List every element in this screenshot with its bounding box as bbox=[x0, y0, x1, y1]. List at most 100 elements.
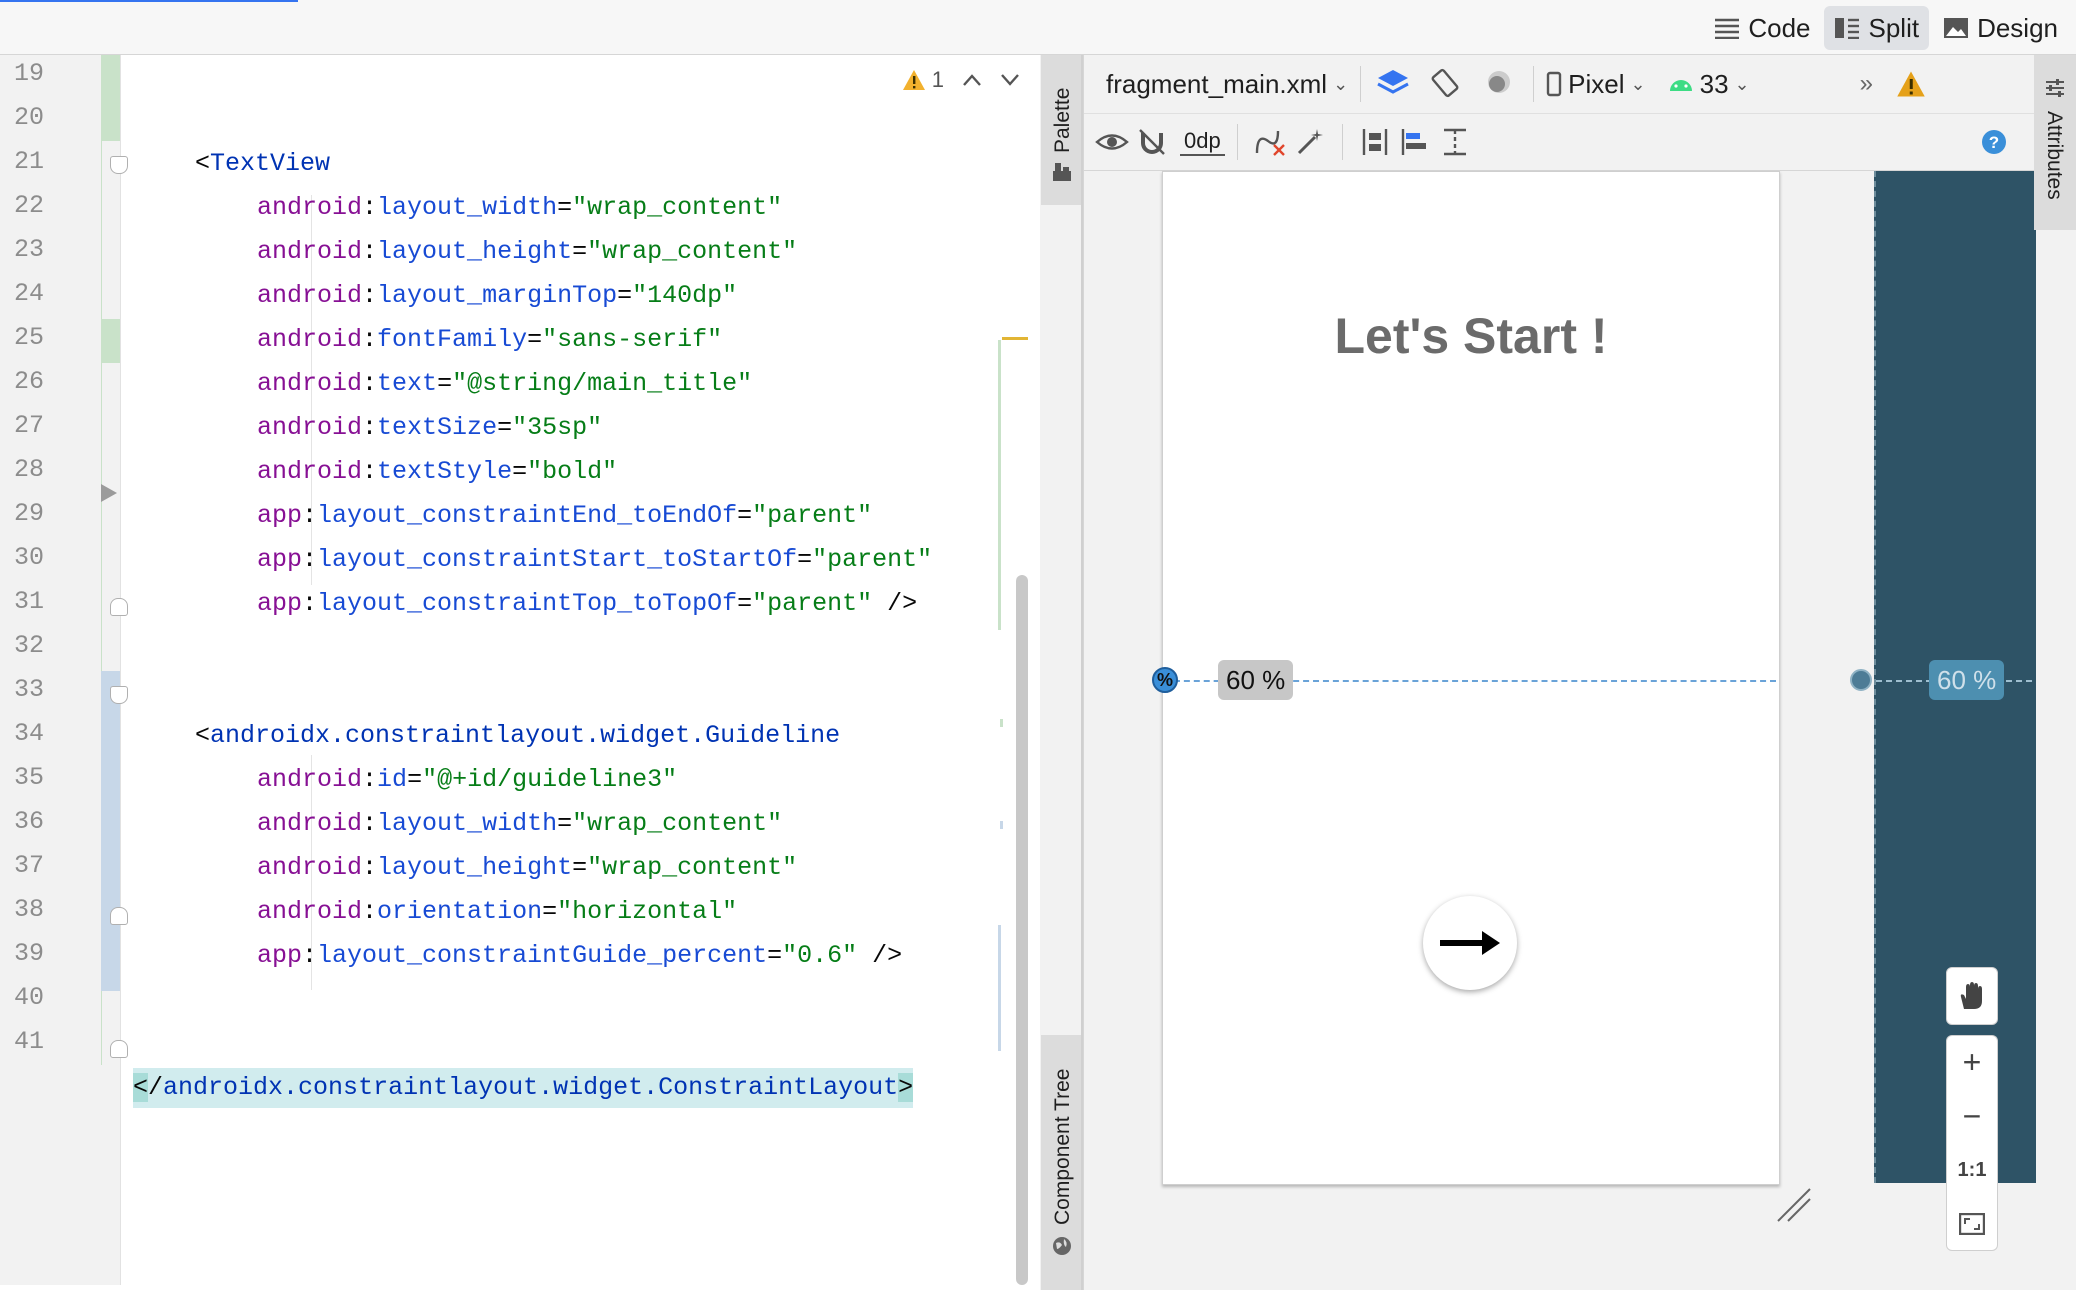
guidelines-icon[interactable] bbox=[1435, 122, 1475, 162]
resize-handle-icon[interactable] bbox=[1774, 1185, 1814, 1225]
fold-toggle-icon[interactable] bbox=[110, 686, 128, 704]
design-view-button[interactable]: Design bbox=[1933, 6, 2068, 50]
zoom-controls: + − 1:1 bbox=[1946, 967, 1998, 1251]
line-number: 35 bbox=[13, 763, 44, 792]
file-name: fragment_main.xml bbox=[1106, 68, 1328, 99]
fold-toggle-icon[interactable] bbox=[110, 907, 128, 925]
attributes-tab[interactable]: Attributes bbox=[2034, 55, 2076, 230]
code-line: android:layout_marginTop="140dp" bbox=[257, 281, 738, 310]
code-view-label: Code bbox=[1748, 12, 1811, 43]
fold-toggle-icon[interactable] bbox=[110, 598, 128, 616]
line-number: 39 bbox=[13, 939, 44, 968]
line-number: 34 bbox=[13, 719, 44, 748]
code-editor[interactable]: 19 20 21 22 23 24 25 26 27 28 29 30 31 3… bbox=[0, 55, 1040, 1290]
device-name: Pixel bbox=[1568, 68, 1625, 99]
warning-marker[interactable] bbox=[1002, 337, 1028, 340]
code-line: <TextView bbox=[195, 149, 331, 178]
api-level-selector[interactable]: 33 ⌄ bbox=[1668, 69, 1750, 100]
divider bbox=[1341, 124, 1343, 160]
run-gutter-icon[interactable] bbox=[101, 484, 117, 502]
split-view-icon bbox=[1835, 18, 1860, 39]
code-lines-icon bbox=[1715, 18, 1740, 39]
zoom-to-fit-button[interactable] bbox=[1946, 1197, 1998, 1251]
line-number: 23 bbox=[13, 235, 44, 264]
zoom-in-button[interactable]: + bbox=[1946, 1035, 1998, 1089]
guideline-percent-handle[interactable]: % bbox=[1152, 667, 1178, 693]
line-number: 22 bbox=[13, 191, 44, 220]
change-marker bbox=[998, 340, 1001, 630]
zoom-out-button[interactable]: − bbox=[1946, 1089, 1998, 1143]
divider bbox=[1533, 66, 1535, 102]
zoom-out-icon: − bbox=[1962, 1097, 1982, 1134]
warning-count: 1 bbox=[931, 67, 944, 92]
editor-scrollbar[interactable] bbox=[1016, 575, 1028, 1285]
theme-icon[interactable] bbox=[1481, 64, 1521, 104]
align-icon[interactable] bbox=[1395, 122, 1435, 162]
palette-tab[interactable]: Palette bbox=[1041, 55, 1081, 205]
top-bar: Code Split Design bbox=[0, 0, 2076, 55]
line-number: 24 bbox=[13, 279, 44, 308]
pack-icon[interactable] bbox=[1355, 122, 1395, 162]
code-line: app:layout_constraintTop_toTopOf="parent… bbox=[257, 589, 918, 618]
fold-toggle-icon[interactable] bbox=[110, 1040, 128, 1058]
code-view-button[interactable]: Code bbox=[1704, 6, 1820, 50]
line-number: 31 bbox=[13, 587, 44, 616]
line-number: 19 bbox=[13, 59, 44, 88]
line-number: 38 bbox=[13, 895, 44, 924]
split-view-label: Split bbox=[1868, 12, 1920, 43]
line-number: 26 bbox=[13, 367, 44, 396]
svg-text:?: ? bbox=[1989, 133, 1999, 152]
more-actions-icon[interactable]: » bbox=[1860, 70, 1873, 98]
code-line: android:textSize="35sp" bbox=[257, 413, 603, 442]
orientation-icon[interactable] bbox=[1427, 64, 1467, 104]
title-textview[interactable]: Let's Start ! bbox=[1163, 307, 1779, 365]
zoom-in-icon: + bbox=[1962, 1044, 1982, 1080]
line-number: 29 bbox=[13, 499, 44, 528]
component-tree-tab[interactable]: Component Tree bbox=[1041, 1035, 1081, 1290]
blueprint-guideline-handle[interactable] bbox=[1850, 669, 1872, 691]
eye-icon[interactable] bbox=[1092, 122, 1132, 162]
warning-icon[interactable] bbox=[1891, 64, 1931, 104]
warning-indicator[interactable]: 1 bbox=[902, 67, 944, 93]
change-marker bbox=[1000, 821, 1003, 829]
guideline-percent-label: 60 % bbox=[1218, 660, 1294, 700]
fold-toggle-icon[interactable] bbox=[110, 156, 128, 174]
divider bbox=[1236, 124, 1238, 160]
code-line: android:orientation="horizontal" bbox=[257, 897, 738, 926]
next-button[interactable] bbox=[1423, 896, 1517, 990]
default-margin-button[interactable]: 0dp bbox=[1180, 128, 1225, 156]
magnet-off-icon[interactable] bbox=[1132, 122, 1172, 162]
palette-label: Palette bbox=[1051, 87, 1074, 153]
code-line: android:textStyle="bold" bbox=[257, 457, 618, 486]
code-line: android:layout_height="wrap_content" bbox=[257, 853, 798, 882]
actual-size-button[interactable]: 1:1 bbox=[1946, 1143, 1998, 1197]
line-number: 40 bbox=[13, 983, 44, 1012]
percent-badge: % bbox=[1156, 669, 1173, 690]
chevron-up-icon[interactable] bbox=[962, 73, 982, 87]
default-margin-value: 0dp bbox=[1184, 128, 1221, 153]
device-selector[interactable]: Pixel ⌄ bbox=[1546, 68, 1646, 100]
line-number: 30 bbox=[13, 543, 44, 572]
vcs-change-marker bbox=[101, 55, 120, 141]
view-mode-switcher: Code Split Design bbox=[1704, 6, 2068, 50]
code-line: app:layout_constraintGuide_percent="0.6"… bbox=[257, 941, 903, 970]
code-line: </androidx.constraintlayout.widget.Const… bbox=[133, 1068, 914, 1108]
line-number: 21 bbox=[13, 147, 44, 176]
file-selector[interactable]: fragment_main.xml ⌄ bbox=[1106, 69, 1348, 100]
infer-constraints-icon[interactable] bbox=[1290, 122, 1330, 162]
api-level: 33 bbox=[1699, 68, 1729, 99]
split-view-button[interactable]: Split bbox=[1824, 6, 1930, 50]
help-icon[interactable]: ? bbox=[1974, 122, 2014, 162]
code-line: android:layout_width="wrap_content" bbox=[257, 193, 783, 222]
chevron-down-icon: ⌄ bbox=[1734, 73, 1750, 94]
pan-button[interactable] bbox=[1946, 967, 1998, 1025]
layers-icon[interactable] bbox=[1373, 64, 1413, 104]
code-line: android:id="@+id/guideline3" bbox=[257, 765, 678, 794]
loading-progress bbox=[0, 0, 298, 2]
clear-constraints-icon[interactable] bbox=[1250, 122, 1290, 162]
divider bbox=[1360, 66, 1362, 102]
line-number: 33 bbox=[13, 675, 44, 704]
line-number: 32 bbox=[13, 631, 44, 660]
code-line: app:layout_constraintEnd_toEndOf="parent… bbox=[257, 501, 873, 530]
warning-icon bbox=[902, 70, 925, 90]
